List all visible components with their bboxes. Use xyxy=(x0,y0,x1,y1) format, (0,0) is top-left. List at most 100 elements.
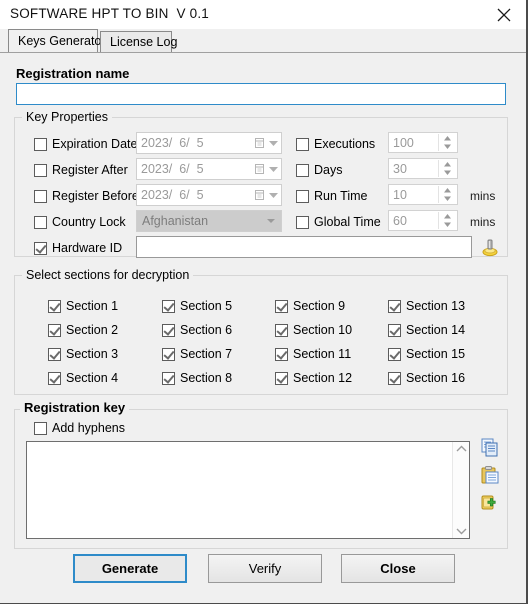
stepper-down[interactable] xyxy=(439,221,456,230)
close-button[interactable]: Close xyxy=(341,554,455,583)
checkbox-section-2[interactable]: Section 2 xyxy=(48,324,118,337)
checkbox-section-4[interactable]: Section 4 xyxy=(48,372,118,385)
checkbox-section-16[interactable]: Section 16 xyxy=(388,372,465,385)
days-stepper[interactable]: 30 xyxy=(388,158,458,179)
registration-key-scrollbar[interactable] xyxy=(452,442,469,538)
checkbox-label: Add hyphens xyxy=(52,421,125,435)
checkbox-label: Register Before xyxy=(52,189,139,203)
run-time-stepper[interactable]: 10 xyxy=(388,184,458,205)
checkbox-global-time[interactable]: Global Time xyxy=(296,216,381,229)
stepper-down[interactable] xyxy=(439,143,456,152)
register-after-date-picker[interactable]: 2023/ 6/ 5 xyxy=(136,158,282,180)
checkbox-box xyxy=(48,300,61,313)
checkbox-label: Section 3 xyxy=(66,347,119,361)
registration-key-textarea[interactable] xyxy=(26,441,470,539)
checkbox-label: Section 8 xyxy=(180,371,233,385)
close-icon[interactable] xyxy=(482,0,526,29)
checkbox-section-9[interactable]: Section 9 xyxy=(275,300,345,313)
tab-license-log[interactable]: License Log xyxy=(100,31,177,53)
scroll-down-icon xyxy=(456,528,466,535)
checkbox-expiration-date[interactable]: Expiration Date xyxy=(34,138,137,151)
verify-button[interactable]: Verify xyxy=(208,554,322,583)
checkbox-country-lock[interactable]: Country Lock xyxy=(34,216,126,229)
checkbox-section-11[interactable]: Section 11 xyxy=(275,348,351,361)
generate-button[interactable]: Generate xyxy=(73,554,187,583)
registration-key-caption: Registration key xyxy=(20,400,130,415)
hardware-id-input[interactable] xyxy=(136,236,472,258)
checkbox-label: Hardware ID xyxy=(52,241,123,255)
registration-name-input[interactable] xyxy=(16,83,506,105)
global-time-stepper[interactable]: 60 xyxy=(388,210,458,231)
checkbox-register-after[interactable]: Register After xyxy=(34,164,128,177)
checkbox-label: Register After xyxy=(52,163,128,177)
checkbox-run-time[interactable]: Run Time xyxy=(296,190,368,203)
button-label: Generate xyxy=(101,561,159,576)
checkbox-label: Section 10 xyxy=(293,323,353,337)
checkbox-section-7[interactable]: Section 7 xyxy=(162,348,232,361)
calendar-dropdown[interactable] xyxy=(254,137,278,149)
stepper-down[interactable] xyxy=(439,195,456,204)
stepper-buttons[interactable] xyxy=(438,160,456,177)
checkbox-box xyxy=(34,190,47,203)
hardware-id-icon[interactable] xyxy=(480,237,500,257)
checkbox-section-15[interactable]: Section 15 xyxy=(388,348,465,361)
checkbox-section-3[interactable]: Section 3 xyxy=(48,348,118,361)
checkbox-section-12[interactable]: Section 12 xyxy=(275,372,352,385)
checkbox-box xyxy=(48,372,61,385)
checkbox-section-6[interactable]: Section 6 xyxy=(162,324,232,337)
checkbox-box xyxy=(388,324,401,337)
checkbox-hardware-id[interactable]: Hardware ID xyxy=(34,242,122,255)
paste-icon[interactable] xyxy=(480,465,500,485)
window-title: SOFTWARE HPT TO BIN V 0.1 xyxy=(10,6,209,21)
calendar-dropdown[interactable] xyxy=(254,189,278,201)
checkbox-section-13[interactable]: Section 13 xyxy=(388,300,465,313)
checkbox-label: Section 6 xyxy=(180,323,233,337)
checkbox-box xyxy=(275,300,288,313)
executions-stepper[interactable]: 100 xyxy=(388,132,458,153)
checkbox-box xyxy=(162,324,175,337)
chevron-down-icon xyxy=(269,140,278,146)
stepper-up[interactable] xyxy=(439,186,456,195)
checkbox-label: Section 14 xyxy=(406,323,466,337)
checkbox-section-8[interactable]: Section 8 xyxy=(162,372,232,385)
stepper-up[interactable] xyxy=(439,212,456,221)
checkbox-register-before[interactable]: Register Before xyxy=(34,190,139,203)
date-value: 2023/ 6/ 5 xyxy=(141,136,204,150)
date-value: 2023/ 6/ 5 xyxy=(141,162,204,176)
stepper-down[interactable] xyxy=(439,169,456,178)
checkbox-label: Section 12 xyxy=(293,371,353,385)
tab-strip: Keys Generator License Log xyxy=(0,29,526,53)
checkbox-section-14[interactable]: Section 14 xyxy=(388,324,465,337)
stepper-buttons[interactable] xyxy=(438,212,456,229)
stepper-up[interactable] xyxy=(439,134,456,143)
checkbox-section-1[interactable]: Section 1 xyxy=(48,300,118,313)
stepper-value: 60 xyxy=(393,213,407,228)
stepper-buttons[interactable] xyxy=(438,186,456,203)
checkbox-box xyxy=(162,300,175,313)
checkbox-section-5[interactable]: Section 5 xyxy=(162,300,232,313)
app-window: SOFTWARE HPT TO BIN V 0.1 Keys Generator… xyxy=(0,0,528,604)
stepper-up[interactable] xyxy=(439,160,456,169)
chevron-down-icon xyxy=(269,166,278,172)
tab-keys-generator[interactable]: Keys Generator xyxy=(8,29,106,53)
stepper-buttons[interactable] xyxy=(438,134,456,151)
checkbox-days[interactable]: Days xyxy=(296,164,342,177)
checkbox-section-10[interactable]: Section 10 xyxy=(275,324,352,337)
checkbox-executions[interactable]: Executions xyxy=(296,138,375,151)
copy-icon[interactable] xyxy=(480,437,500,457)
scroll-up-icon xyxy=(456,445,466,452)
checkbox-label: Expiration Date xyxy=(52,137,138,151)
checkbox-box xyxy=(275,348,288,361)
checkbox-add-hyphens[interactable]: Add hyphens xyxy=(34,422,125,435)
expiration-date-picker[interactable]: 2023/ 6/ 5 xyxy=(136,132,282,154)
country-lock-select[interactable]: Afghanistan xyxy=(136,210,282,232)
calendar-dropdown[interactable] xyxy=(254,163,278,175)
country-lock-value: Afghanistan xyxy=(142,214,209,228)
register-before-date-picker[interactable]: 2023/ 6/ 5 xyxy=(136,184,282,206)
checkbox-box xyxy=(34,164,47,177)
chevron-down-icon xyxy=(267,219,275,223)
run-time-unit: mins xyxy=(470,189,496,203)
registration-key-value xyxy=(31,445,451,535)
add-license-icon[interactable] xyxy=(480,493,500,513)
checkbox-label: Section 5 xyxy=(180,299,233,313)
